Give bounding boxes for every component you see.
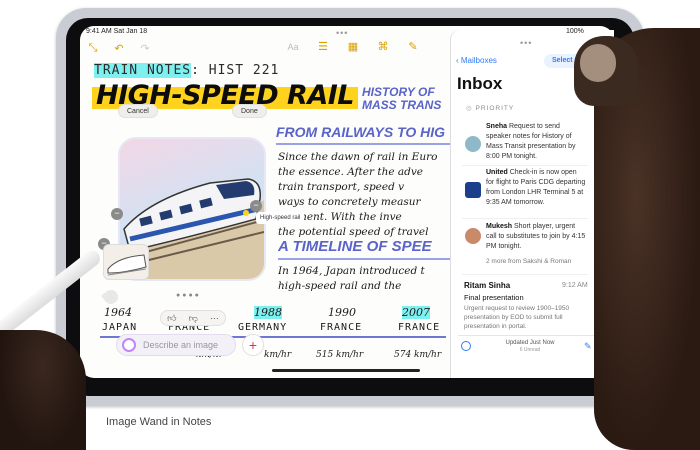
subheading-underline — [278, 258, 450, 260]
thumbnail-nail — [580, 44, 616, 82]
remove-left-handle[interactable]: − — [111, 208, 123, 220]
divider — [462, 218, 588, 219]
image-wand-icon — [122, 338, 136, 352]
add-button[interactable]: + — [242, 334, 264, 356]
thumbs-up-icon[interactable]: 👍︎ — [167, 311, 176, 325]
collapse-icon[interactable]: ⤡ — [86, 42, 100, 55]
note-subheading-timeline: A TIMELINE OF SPEE — [278, 238, 432, 255]
notes-toolbar-left: ⤡ ↶ ↷ — [86, 40, 152, 56]
timeline-year: 1964 — [104, 306, 132, 319]
more-icon[interactable]: ⋯ — [210, 311, 219, 325]
attachment-icon[interactable]: ⌘ — [376, 40, 390, 53]
timeline-speed: 574 km/hr — [394, 350, 442, 360]
para1-line: ways to concretely measur — [278, 196, 421, 208]
sketch-thumbnail[interactable] — [103, 244, 149, 280]
status-time: 9:41 AM Sat Jan 18 — [86, 28, 148, 35]
para1-line: train transport, speed v — [278, 181, 405, 193]
subheading-underline — [276, 143, 450, 145]
remove-right-handle[interactable]: − — [250, 200, 262, 212]
para1-line: Since the dawn of rail in Euro — [278, 151, 438, 163]
mail-item-sneha[interactable]: Sneha Request to send speaker notes for … — [486, 122, 586, 162]
mail-sender: Sneha — [486, 123, 508, 130]
avatar — [465, 228, 481, 244]
united-logo — [465, 182, 481, 198]
note-title-highlight: TRAIN NOTES — [94, 63, 192, 78]
mail-footer-divider — [458, 335, 614, 336]
compose-icon[interactable]: ✎ — [584, 341, 592, 352]
mailboxes-label: Mailboxes — [460, 56, 497, 65]
mail-sender[interactable]: Ritam Sinha — [464, 281, 510, 290]
note-title-rest: : HIST 221 — [191, 63, 280, 78]
table-icon[interactable]: ▦ — [346, 40, 360, 53]
cancel-button[interactable]: Cancel — [118, 104, 158, 118]
mail-time: 9:12 AM — [562, 282, 588, 289]
timeline-country: GERMANY — [238, 322, 288, 333]
notes-toolbar-right: Aa ☰ ▦ ⌘ ✎ — [286, 40, 420, 53]
text-format-icon[interactable]: Aa — [286, 42, 300, 52]
multitask-dots[interactable]: ••• — [336, 28, 348, 38]
mail-preview: Urgent request to review 1900–1950 prese… — [464, 305, 570, 330]
product-photo: 9:41 AM Sat Jan 18 ••• ⤡ ↶ ↷ Aa ☰ ▦ ⌘ ✎ … — [0, 0, 700, 450]
done-button[interactable]: Done — [232, 104, 267, 118]
mail-item-united[interactable]: United Check-in is now open for flight t… — [486, 168, 586, 208]
note-subheading-railways: FROM RAILWAYS TO HIG — [276, 124, 446, 140]
note-history-heading: HISTORY OF MASS TRANS — [362, 86, 442, 112]
checklist-icon[interactable]: ☰ — [316, 40, 330, 53]
home-indicator[interactable] — [272, 369, 420, 372]
image-caption: Image Wand in Notes — [106, 416, 212, 428]
mail-subject: Final presentation — [464, 293, 524, 302]
markup-icon[interactable]: ✎ — [406, 40, 420, 53]
note-paragraph-2: In 1964, Japan introduced t high-speed r… — [278, 264, 450, 294]
unread-count: 6 Unread — [519, 347, 541, 353]
divider — [462, 274, 588, 275]
mail-multitask-dots[interactable]: ••• — [520, 38, 532, 48]
para2-line: high-speed rail and the — [278, 280, 402, 292]
timeline-country: FRANCE — [320, 322, 363, 333]
mail-sender: Mukesh — [486, 223, 513, 230]
timeline-year: 1990 — [328, 306, 356, 319]
undo-icon[interactable]: ↶ — [112, 42, 126, 55]
left-hand — [0, 330, 86, 450]
para2-line: In 1964, Japan introduced t — [278, 265, 425, 277]
image-pager-dots[interactable]: ●●●● — [176, 292, 201, 299]
para1-line: the essence. After the adve — [278, 166, 424, 178]
mail-sender: United — [486, 169, 508, 176]
image-label-chip: High-speed rail — [256, 212, 305, 224]
inbox-title: Inbox — [457, 74, 503, 93]
timeline-year: 2007 — [402, 306, 430, 319]
status-indicators: 100% — [566, 28, 584, 35]
updated-status: Updated Just Now — [505, 340, 555, 346]
more-from-link[interactable]: 2 more from Sakshi & Roman — [486, 258, 571, 265]
timeline-year: 1988 — [254, 306, 282, 319]
timeline-speed: 515 km/hr — [316, 350, 364, 360]
filter-icon[interactable] — [461, 341, 471, 351]
note-paragraph-1: Since the dawn of rail in Euro the essen… — [278, 150, 450, 240]
mail-item-mukesh[interactable]: Mukesh Short player, urgent call to subs… — [486, 222, 586, 252]
timeline-country: JAPAN — [102, 322, 138, 333]
priority-label: PRIORITY — [475, 105, 515, 112]
avatar — [465, 136, 481, 152]
thumbs-down-icon[interactable]: 👎︎ — [189, 311, 198, 325]
image-feedback-bar: 👍︎ 👎︎ ⋯ — [160, 310, 226, 326]
mailboxes-back-link[interactable]: ‹ Mailboxes — [456, 56, 497, 65]
note-title: TRAIN NOTES: HIST 221 — [94, 63, 279, 78]
timeline-country: FRANCE — [398, 322, 441, 333]
priority-header: ◎ PRIORITY — [466, 104, 514, 112]
timeline-speed: km/hr — [264, 350, 292, 360]
divider — [462, 165, 588, 166]
redo-icon[interactable]: ↷ — [138, 42, 152, 55]
sketch-train-icon — [107, 254, 147, 276]
